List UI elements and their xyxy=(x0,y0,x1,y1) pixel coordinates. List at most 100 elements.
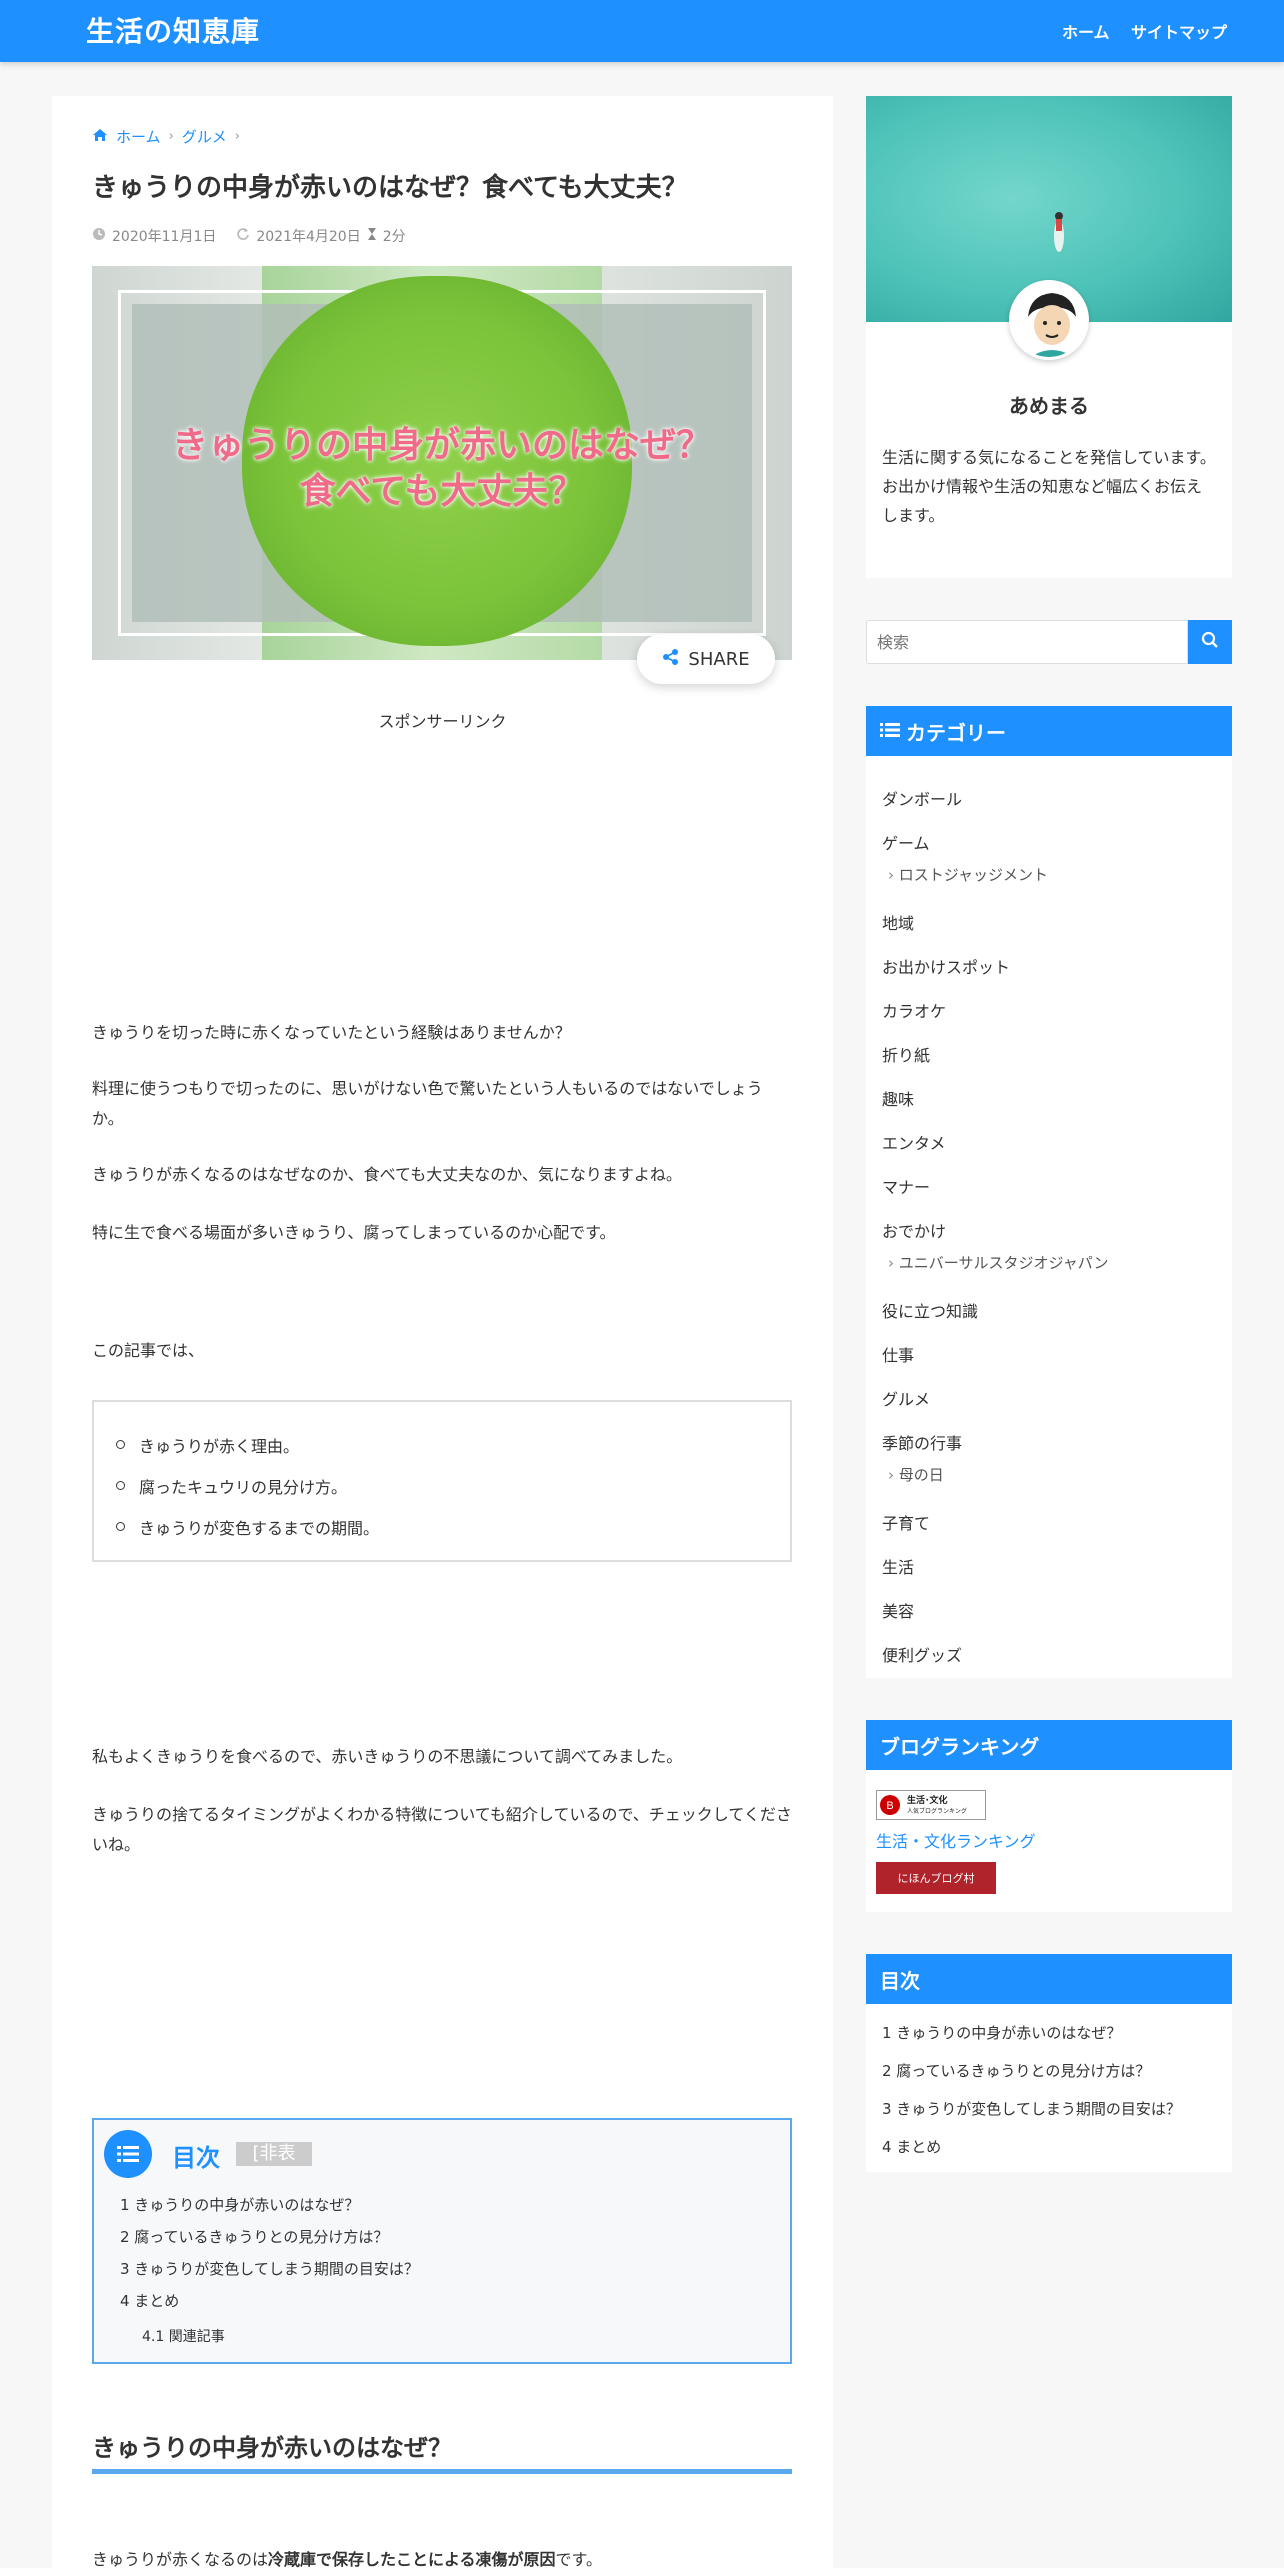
toc-link[interactable]: 2 腐っているきゅうりとの見分け方は？ xyxy=(120,2226,388,2247)
site-logo[interactable]: 生活の知恵庫 xyxy=(86,10,260,50)
category-label: お出かけスポット xyxy=(882,958,1011,977)
share-label: SHARE xyxy=(688,648,750,670)
category-item[interactable]: 生活 xyxy=(882,1554,914,1578)
toc-toggle[interactable]: [非表 xyxy=(236,2142,312,2166)
list-item: きゅうりが変色するまでの期間。 xyxy=(116,1506,790,1547)
refresh-icon xyxy=(236,227,250,245)
category-item[interactable]: 折り紙 xyxy=(882,1042,930,1066)
article-container: ホーム › グルメ › きゅうりの中身が赤いのはなぜ？食べても大丈夫？ 2020… xyxy=(52,96,833,2568)
sidebar-toc-widget: 目次 1 きゅうりの中身が赤いのはなぜ？ 2 腐っているきゅうりとの見分け方は？… xyxy=(866,1954,1232,2172)
paragraph-text: です。 xyxy=(555,2550,602,2568)
search-input[interactable] xyxy=(866,620,1188,664)
profile-widget: あめまる 生活に関する気になることを発信しています。お出かけ情報や生活の知恵など… xyxy=(866,96,1232,578)
toc-link[interactable]: 1 きゅうりの中身が赤いのはなぜ？ xyxy=(882,2022,1121,2043)
hero-title-line2: 食べても大丈夫？ xyxy=(299,471,585,512)
breadcrumb-category-link[interactable]: グルメ xyxy=(182,126,227,147)
category-item[interactable]: 地域 xyxy=(882,910,914,934)
category-item[interactable]: マナー xyxy=(882,1174,930,1198)
ranking-link[interactable]: 生活・文化ランキング xyxy=(876,1828,1036,1852)
category-label: 母の日 xyxy=(898,1466,944,1484)
share-icon xyxy=(662,648,680,671)
nav-home-link[interactable]: ホーム xyxy=(1062,19,1110,43)
category-item[interactable]: 仕事 xyxy=(882,1342,914,1366)
search-form xyxy=(866,620,1232,664)
ranking-banner-text: 生活･文化 xyxy=(907,1796,948,1806)
widget-header: 目次 xyxy=(866,1954,1232,2004)
chevron-right-icon: › xyxy=(888,1466,899,1484)
updated-date: 2021年4月20日 xyxy=(256,229,361,245)
category-label: おでかけ xyxy=(882,1222,947,1241)
toc-sub-number: 4.1 xyxy=(142,2329,165,2345)
category-item[interactable]: お出かけスポット xyxy=(882,954,1010,978)
category-label: マナー xyxy=(882,1178,931,1197)
chevron-right-icon: › xyxy=(888,1254,899,1272)
article-title: きゅうりの中身が赤いのはなぜ？食べても大丈夫？ xyxy=(92,173,688,203)
category-item[interactable]: ダンボール xyxy=(882,786,962,810)
breadcrumb: ホーム › グルメ › xyxy=(92,126,240,147)
category-label: 仕事 xyxy=(882,1346,915,1365)
toc-link[interactable]: 3 きゅうりが変色してしまう期間の目安は？ xyxy=(882,2098,1181,2119)
search-button[interactable] xyxy=(1188,620,1232,664)
summary-list: きゅうりが赤く理由。 腐ったキュウリの見分け方。 きゅうりが変色するまでの期間。 xyxy=(92,1400,792,1562)
category-label: ユニバーサルスタジオジャパン xyxy=(898,1254,1109,1272)
category-subitem[interactable]: › 母の日 xyxy=(888,1464,944,1485)
paragraph: きゅうりを切った時に赤くなっていたという経験はありませんか？ xyxy=(92,1023,571,1042)
paragraph: きゅうりが赤くなるのは冷蔵庫で保存したことによる凍傷が原因です。 xyxy=(92,2546,602,2568)
avatar xyxy=(1009,280,1089,360)
read-time: 2分 xyxy=(382,229,406,245)
nav-sitemap-link[interactable]: サイトマップ xyxy=(1131,19,1227,43)
toc-link[interactable]: 2 腐っているきゅうりとの見分け方は？ xyxy=(882,2060,1150,2081)
breadcrumb-home-link[interactable]: ホーム xyxy=(116,126,161,147)
category-label: ダンボール xyxy=(882,790,963,809)
category-label: エンタメ xyxy=(882,1134,946,1153)
category-label: 美容 xyxy=(882,1602,915,1621)
category-item[interactable]: 役に立つ知識 xyxy=(882,1298,978,1322)
category-item[interactable]: グルメ xyxy=(882,1386,930,1410)
blogmura-banner[interactable]: にほんブログ村 xyxy=(876,1862,996,1894)
bullet-icon xyxy=(116,1481,125,1490)
list-item: きゅうりが赤く理由。 xyxy=(116,1424,790,1465)
toc-link[interactable]: 1 きゅうりの中身が赤いのはなぜ？ xyxy=(120,2194,359,2215)
share-button[interactable]: SHARE xyxy=(637,634,775,684)
category-item[interactable]: カラオケ xyxy=(882,998,946,1022)
profile-description: 生活に関する気になることを発信しています。お出かけ情報や生活の知恵など幅広くお伝… xyxy=(882,448,1216,525)
category-label: ロストジャッジメント xyxy=(898,866,1049,884)
hero-title-line1: きゅうりの中身が赤いのはなぜ？ xyxy=(171,425,712,466)
category-item[interactable]: ゲーム xyxy=(882,830,930,854)
search-icon xyxy=(1201,631,1219,653)
category-item[interactable]: エンタメ xyxy=(882,1130,946,1154)
category-label: 地域 xyxy=(882,914,915,933)
ranking-banner-subtext: 人気ブログランキング xyxy=(907,1808,967,1815)
toc-link[interactable]: 3 きゅうりが変色してしまう期間の目安は？ xyxy=(120,2258,419,2279)
clock-icon xyxy=(92,227,106,245)
widget-header: ブログランキング xyxy=(866,1720,1232,1770)
category-subitem[interactable]: › ロストジャッジメント xyxy=(888,864,1048,885)
svg-text:B: B xyxy=(886,1800,893,1812)
category-item[interactable]: 美容 xyxy=(882,1598,914,1622)
sponsor-label: スポンサーリンク xyxy=(378,712,507,731)
category-label: カラオケ xyxy=(882,1002,947,1021)
category-item[interactable]: 便利グッズ xyxy=(882,1642,962,1666)
category-subitem[interactable]: › ユニバーサルスタジオジャパン xyxy=(888,1252,1108,1273)
toc-link[interactable]: 4 まとめ xyxy=(882,2136,941,2157)
chevron-right-icon: › xyxy=(234,129,240,144)
profile-name: あめまる xyxy=(1009,394,1089,418)
paragraph: きゅうりが赤くなるのはなぜなのか、食べても大丈夫なのか、気になりますよね。 xyxy=(92,1165,682,1184)
toc-sub-text: 関連記事 xyxy=(168,2329,225,2345)
ranking-widget: ブログランキング B 生活･文化 人気ブログランキング 生活・文化ランキング に… xyxy=(866,1720,1232,1912)
hourglass-icon xyxy=(367,227,377,245)
category-label: 子育て xyxy=(882,1514,931,1533)
category-item[interactable]: 子育て xyxy=(882,1510,930,1534)
category-widget: カテゴリー ダンボールゲーム › ロストジャッジメント地域お出かけスポット カラオケ… xyxy=(866,706,1232,1678)
chevron-right-icon: › xyxy=(888,866,899,884)
paragraph: この記事では、 xyxy=(92,1341,205,1360)
category-item[interactable]: おでかけ xyxy=(882,1218,946,1242)
toc-sublink[interactable]: 4.1 関連記事 xyxy=(142,2326,225,2346)
category-item[interactable]: 季節の行事 xyxy=(882,1430,962,1454)
category-label: グルメ xyxy=(882,1390,931,1409)
bullet-icon xyxy=(116,1522,125,1531)
widget-header: カテゴリー xyxy=(866,706,1232,756)
category-item[interactable]: 趣味 xyxy=(882,1086,914,1110)
toc-link[interactable]: 4 まとめ xyxy=(120,2290,179,2311)
ranking-banner[interactable]: B 生活･文化 人気ブログランキング xyxy=(876,1790,986,1820)
